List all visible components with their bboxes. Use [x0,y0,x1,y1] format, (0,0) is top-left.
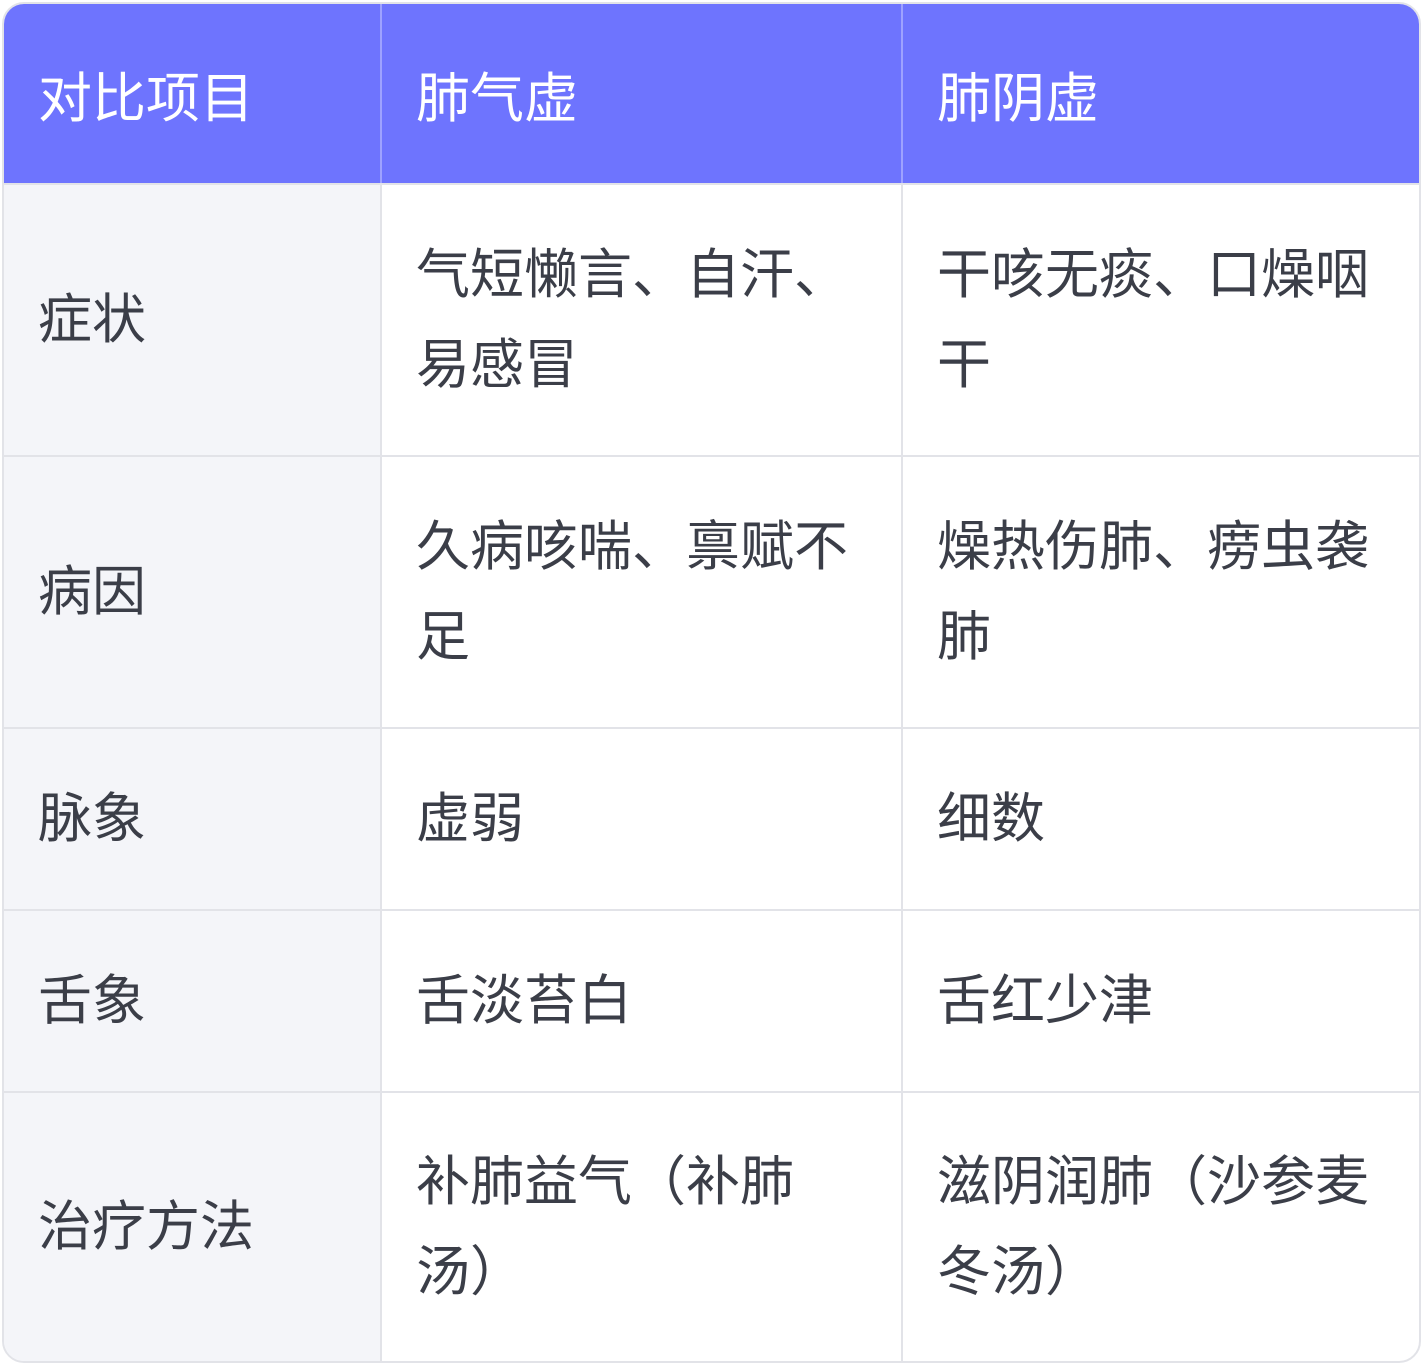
comparison-table: 对比项目 肺气虚 肺阴虚 症状 气短懒言、自汗、易感冒 干咳无痰、口燥咽干 病因… [4,4,1419,1361]
header-lung-yin-deficiency: 肺阴虚 [902,4,1419,185]
header-compare-item: 对比项目 [4,4,382,185]
table-header-row: 对比项目 肺气虚 肺阴虚 [4,4,1419,185]
cell-yin-treatment: 滋阴润肺（沙参麦冬汤） [937,1150,1369,1303]
row-label-tongue: 舌象 [4,910,382,1093]
table-row: 治疗方法 补肺益气（补肺汤） 滋阴润肺（沙参麦冬汤） [4,1092,1419,1361]
row-label-treatment: 治疗方法 [4,1092,382,1361]
comparison-table-container: 对比项目 肺气虚 肺阴虚 症状 气短懒言、自汗、易感冒 干咳无痰、口燥咽干 病因… [2,2,1421,1363]
cell-yin-pulse: 细数 [902,728,1419,911]
header-lung-qi-deficiency: 肺气虚 [381,4,903,185]
cell-qi-cause: 久病咳喘、禀赋不足 [381,456,903,729]
table-row: 舌象 舌淡苔白 舌红少津 [4,910,1419,1093]
cell-yin-cause: 燥热伤肺、痨虫袭肺 [902,456,1419,729]
cell-yin-symptoms: 干咳无痰、口燥咽干 [902,184,1419,457]
table-row: 脉象 虚弱 细数 [4,728,1419,911]
table-row: 症状 气短懒言、自汗、易感冒 干咳无痰、口燥咽干 [4,184,1419,457]
row-label-pulse: 脉象 [4,728,382,911]
cell-qi-tongue: 舌淡苔白 [381,910,903,1093]
row-label-symptoms: 症状 [4,184,382,457]
cell-qi-pulse: 虚弱 [381,728,903,911]
cell-yin-tongue: 舌红少津 [902,910,1419,1093]
cell-qi-treatment: 补肺益气（补肺汤） [381,1092,903,1361]
row-label-cause: 病因 [4,456,382,729]
cell-qi-symptoms: 气短懒言、自汗、易感冒 [381,184,903,457]
table-row: 病因 久病咳喘、禀赋不足 燥热伤肺、痨虫袭肺 [4,456,1419,729]
